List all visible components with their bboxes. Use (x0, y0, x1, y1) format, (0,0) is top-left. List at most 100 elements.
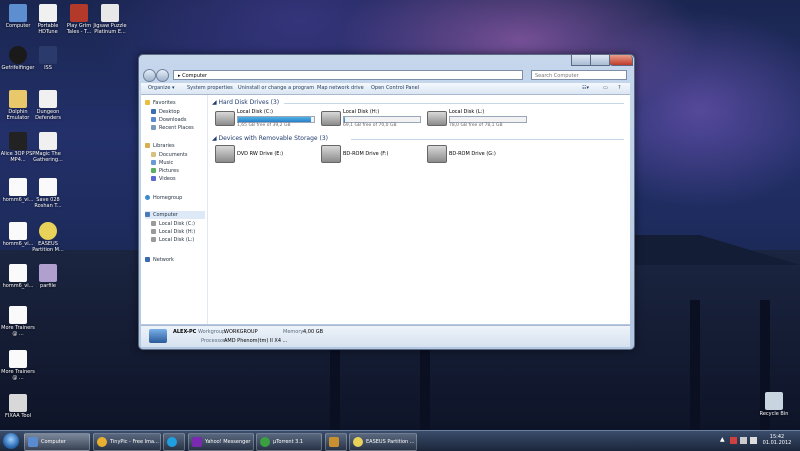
organize-button[interactable]: Organize ▾ (148, 83, 175, 94)
clock[interactable]: 15:42 01.01.2012 (760, 434, 794, 446)
task-computer[interactable]: Computer (24, 433, 90, 451)
desktop-icon-trainers-2[interactable]: More Trainers @ ... (0, 350, 36, 381)
nav-recent-places[interactable]: Recent Places (151, 124, 194, 132)
drive-icon (151, 221, 156, 226)
folder-icon (9, 90, 27, 108)
close-button[interactable] (609, 55, 633, 66)
nav-pictures[interactable]: Pictures (151, 167, 179, 175)
desktop-icon (151, 109, 156, 114)
nav-local-disk-l[interactable]: Local Disk (L:) (151, 236, 194, 244)
nav-local-disk-c[interactable]: Local Disk (C:) (151, 220, 195, 228)
nav-local-disk-h[interactable]: Local Disk (H:) (151, 228, 195, 236)
hdd-group-header[interactable]: ◢ Hard Disk Drives (3) (212, 99, 279, 106)
system-properties-button[interactable]: System properties (187, 83, 233, 94)
group-divider (284, 103, 624, 104)
file-icon (39, 264, 57, 282)
drive-f[interactable]: BD-ROM Drive (F:) (321, 145, 421, 169)
group-divider (351, 139, 624, 140)
removable-group-header[interactable]: ◢ Devices with Removable Storage (3) (212, 135, 328, 142)
map-network-drive-button[interactable]: Map network drive (317, 83, 364, 94)
nav-favorites[interactable]: Favorites (145, 99, 176, 107)
desktop-icon-iss[interactable]: ISS (30, 46, 66, 71)
drive-icon (151, 237, 156, 242)
wallpaper-column (690, 300, 700, 430)
task-utorrent[interactable]: µTorrent 3.1 (256, 433, 322, 451)
computer-icon (149, 329, 167, 343)
computer-icon (145, 212, 150, 217)
flag-icon[interactable] (730, 437, 737, 444)
start-button[interactable] (3, 433, 19, 449)
address-bar[interactable]: ▸ Computer (173, 70, 523, 80)
network-icon (145, 257, 150, 262)
desktop-icon-easeus[interactable]: EASEUS Partition M... (30, 222, 66, 253)
game-icon (70, 4, 88, 22)
usage-bar (449, 116, 527, 123)
open-control-panel-button[interactable]: Open Control Panel (371, 83, 419, 94)
yahoo-icon (192, 436, 202, 447)
file-icon (39, 132, 57, 150)
drive-icon (321, 111, 341, 126)
nav-computer[interactable]: Computer (145, 211, 205, 219)
nav-libraries[interactable]: Libraries (145, 142, 175, 150)
downloads-icon (151, 117, 156, 122)
help-icon[interactable]: ? (618, 83, 621, 94)
forward-button[interactable] (156, 69, 169, 82)
show-hidden-icons-icon[interactable]: ▲ (720, 436, 725, 443)
nav-network[interactable]: Network (145, 256, 174, 264)
desktop-icon-trainers-1[interactable]: More Trainers @ ... (0, 306, 36, 337)
uninstall-program-button[interactable]: Uninstall or change a program (238, 83, 314, 94)
drive-g[interactable]: BD-ROM Drive (G:) (427, 145, 527, 169)
details-pane: ALEX-PC Workgroup: WORKGROUP Memory: 4,0… (141, 325, 630, 347)
network-icon[interactable] (740, 437, 747, 444)
bd-drive-icon (321, 145, 341, 163)
desktop-icon-fixaa[interactable]: FIXAA Tool (0, 394, 36, 419)
task-yahoo-messenger[interactable]: Yahoo! Messenger (188, 433, 254, 451)
back-button[interactable] (143, 69, 156, 82)
drive-h[interactable]: Local Disk (H:) 69,1 GB free of 70,0 GB (321, 109, 426, 133)
content-area: Favorites Desktop Downloads Recent Place… (141, 95, 630, 324)
drive-l[interactable]: Local Disk (L:) 78,0 GB free of 78,1 GB (427, 109, 532, 133)
desktop-icon-dungeon-defenders[interactable]: Dungeon Defenders (30, 90, 66, 121)
nav-downloads[interactable]: Downloads (151, 116, 186, 124)
usage-bar-fill (344, 117, 345, 122)
desktop-icon-save028[interactable]: Save 028 Roshan T... (30, 178, 66, 209)
desktop-icon-recycle-bin[interactable]: Recycle Bin (756, 392, 792, 417)
drive-c[interactable]: Local Disk (C:) 1,65 GB free of 39,2 GB (215, 109, 320, 133)
windows-drive-icon (215, 111, 235, 126)
nav-music[interactable]: Music (151, 159, 173, 167)
search-input[interactable]: Search Computer (531, 70, 627, 80)
drive-icon (427, 111, 447, 126)
task-tinypic[interactable]: TinyPic - Free Ima... (93, 433, 161, 451)
explorer-window: ▸ Computer Search Computer Organize ▾ Sy… (138, 54, 635, 350)
file-icon (39, 4, 57, 22)
dvd-drive-icon (215, 145, 235, 163)
homegroup-icon (145, 195, 150, 200)
task-app[interactable] (325, 433, 347, 451)
g-logo-icon (9, 46, 27, 64)
desktop-icon-parfile[interactable]: parfile (30, 264, 66, 289)
view-options-icon[interactable]: ☷▾ (582, 83, 589, 94)
app-icon (329, 436, 339, 447)
nav-videos[interactable]: Videos (151, 175, 176, 183)
preview-pane-icon[interactable]: ▭ (603, 83, 608, 94)
file-icon (9, 264, 27, 282)
pictures-icon (151, 168, 156, 173)
recycle-bin-icon (765, 392, 783, 410)
desktop-icon-jigsaw[interactable]: Jigsaw Puzzle Platinum E... (92, 4, 128, 35)
nav-documents[interactable]: Documents (151, 151, 188, 159)
star-icon (145, 100, 150, 105)
maximize-button[interactable] (590, 55, 610, 66)
drive-icon (151, 229, 156, 234)
desktop-icon-magic[interactable]: Magic The Gathering... (30, 132, 66, 163)
file-icon (9, 350, 27, 368)
file-icon (9, 178, 27, 196)
minimize-button[interactable] (571, 55, 591, 66)
drive-e[interactable]: DVD RW Drive (E:) (215, 145, 315, 169)
task-easeus[interactable]: EASEUS Partition ... (349, 433, 417, 451)
command-toolbar: Organize ▾ System properties Uninstall o… (141, 83, 630, 95)
nav-homegroup[interactable]: Homegroup (145, 194, 182, 202)
usage-bar (343, 116, 421, 123)
volume-icon[interactable] (750, 437, 757, 444)
nav-desktop[interactable]: Desktop (151, 108, 180, 116)
task-skype[interactable] (163, 433, 185, 451)
